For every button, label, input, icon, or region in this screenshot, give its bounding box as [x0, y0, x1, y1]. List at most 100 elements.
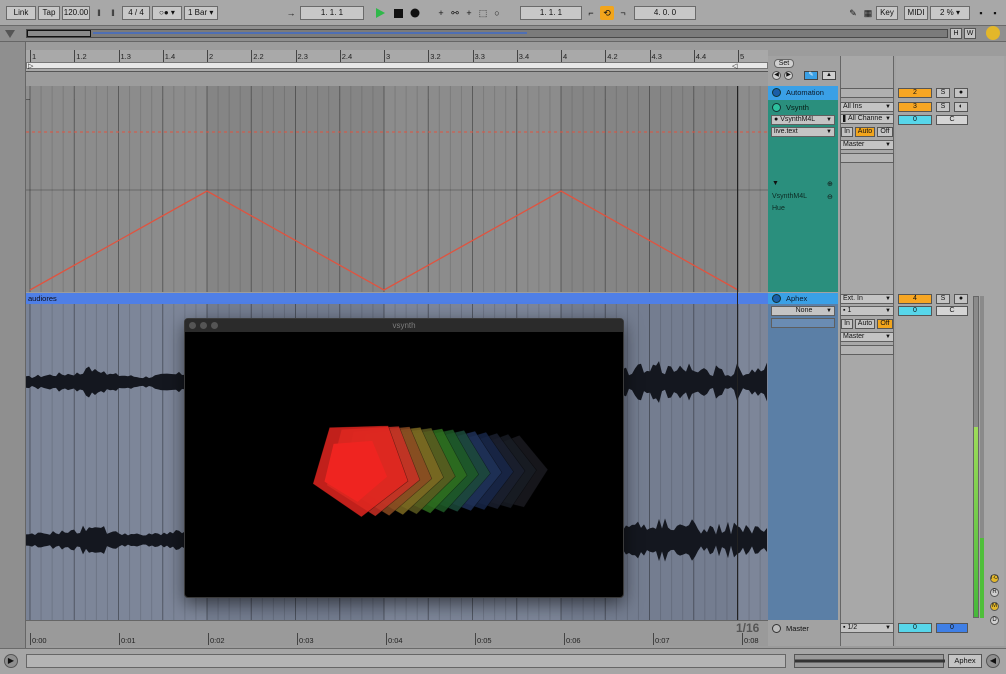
vsynth-output-channel[interactable]	[840, 153, 894, 163]
loop-start-field[interactable]: 1. 1. 1	[520, 6, 582, 20]
master-volume-field[interactable]: 0	[898, 623, 932, 633]
audio-output-chooser[interactable]: Master ▼	[840, 332, 894, 342]
audio-clip-header[interactable]: audiores	[26, 293, 768, 304]
vsynth-input-type[interactable]: All Ins ▼	[840, 102, 894, 112]
punch-out-icon[interactable]: ¬	[616, 6, 630, 20]
session-record-icon[interactable]: ○	[490, 6, 504, 20]
automation-arm-icon[interactable]: ⚯	[448, 6, 462, 20]
zoom-window-icon[interactable]	[211, 322, 218, 329]
tap-button[interactable]: Tap	[38, 6, 60, 20]
remove-lane-icon[interactable]: ⊖	[827, 193, 833, 201]
toggle-w-button[interactable]: W	[964, 28, 976, 39]
help-toggle-icon[interactable]	[986, 26, 1000, 40]
mini-clip-overview[interactable]	[794, 654, 945, 668]
device-chooser[interactable]: ● VsynthM4L ▼	[771, 115, 835, 125]
nudge-down-icon[interactable]: ‖	[92, 6, 106, 20]
audio-monitor-auto[interactable]: Auto	[855, 319, 875, 329]
audio-volume-field[interactable]: 0	[898, 306, 932, 316]
next-locator-icon[interactable]: ▶	[784, 71, 793, 80]
play-button[interactable]	[373, 6, 387, 20]
selected-track-label[interactable]: Aphex	[948, 654, 982, 668]
metronome-button[interactable]: ○● ▾	[152, 6, 182, 20]
audio-input-channel[interactable]: ▪ 1 ▼	[840, 306, 894, 316]
follow-icon[interactable]: →	[284, 6, 298, 20]
automation-input-chooser[interactable]	[840, 88, 894, 98]
overdub-icon[interactable]: +	[434, 6, 448, 20]
hue-automation-envelope[interactable]	[26, 86, 768, 292]
computer-keyboard-icon[interactable]: ▦	[861, 6, 875, 20]
vsynth-output-chooser[interactable]: Master ▼	[840, 140, 894, 150]
vsynth-volume-field[interactable]: 0	[898, 115, 932, 125]
vsynth-input-channel[interactable]: ▌All Channe ▼	[840, 114, 894, 124]
arrangement-overview[interactable]: H W	[0, 26, 1006, 42]
stop-button[interactable]	[391, 6, 405, 20]
nudge-up-icon[interactable]: ‖	[106, 6, 120, 20]
key-map-button[interactable]: Key	[876, 6, 898, 20]
vsynth-window[interactable]: vsynth	[184, 318, 624, 598]
overview-viewport[interactable]	[27, 30, 91, 37]
crossfade-io-icon[interactable]: I·O	[990, 574, 999, 583]
re-enable-automation-icon[interactable]: +	[462, 6, 476, 20]
time-signature-field[interactable]: 4 / 4	[122, 6, 150, 20]
audio-pan-field[interactable]: C	[936, 306, 968, 316]
loop-length-field[interactable]: 4. 0. 0	[634, 6, 696, 20]
arrangement-position-field[interactable]: 1. 1. 1	[300, 6, 364, 20]
audio-monitor-in[interactable]: In	[841, 319, 853, 329]
vsynth-arm-icon[interactable]: ◐	[954, 102, 968, 112]
overview-strip[interactable]	[26, 29, 948, 38]
punch-in-icon[interactable]: ⌐	[584, 6, 598, 20]
delay-icon[interactable]: D	[990, 616, 999, 625]
track-fold-icon[interactable]	[772, 624, 781, 633]
track-vsynth-header[interactable]: Vsynth ● VsynthM4L ▼ live.text ▼ ▼ ⊕ Vsynt…	[768, 100, 838, 292]
audio-monitor-off[interactable]: Off	[877, 319, 893, 329]
vsynth-monitor-off[interactable]: Off	[877, 127, 893, 137]
master-pan-field[interactable]: 0	[936, 623, 968, 633]
vsynth-solo-button[interactable]: S	[936, 102, 950, 112]
audio-track-number[interactable]: 4	[898, 294, 932, 304]
loop-brace[interactable]	[26, 62, 768, 69]
close-window-icon[interactable]	[189, 322, 196, 329]
quantize-select[interactable]: 1 Bar ▾	[184, 6, 218, 20]
link-button[interactable]: Link	[6, 6, 36, 20]
vsynth-monitor-in[interactable]: In	[841, 127, 853, 137]
hide-detail-icon[interactable]: ◀	[986, 654, 1000, 668]
loop-switch-icon[interactable]: ⟲	[600, 6, 614, 20]
minimize-window-icon[interactable]	[200, 322, 207, 329]
add-lane-icon[interactable]: ⊕	[827, 180, 833, 188]
track-audio-header[interactable]: Aphex None ▼	[768, 293, 838, 620]
track-fold-icon[interactable]	[772, 294, 781, 303]
draw-mode-icon[interactable]: ✎	[846, 6, 860, 20]
master-output-chooser[interactable]: ▪ 1/2 ▼	[840, 623, 894, 633]
parameter-chooser[interactable]: live.text ▼	[771, 127, 835, 137]
audio-output-channel[interactable]	[840, 345, 894, 355]
time-ruler[interactable]: 1/16 0:00 0:01 0:02 0:03 0:04 0:05 0:06 0:07 0:0…	[26, 620, 768, 646]
vsynth-automation-lane[interactable]	[26, 86, 768, 292]
audio-arm-icon[interactable]: ●	[954, 294, 968, 304]
automation-arm-icon[interactable]: ●	[954, 88, 968, 98]
set-button[interactable]: Set	[774, 59, 794, 68]
arm-icon[interactable]: ✎	[804, 71, 818, 80]
returns-icon[interactable]: R	[990, 588, 999, 597]
beat-time-ruler[interactable]: ▷ ◁ 1 1.2 1.3 1.4 2 2.2 2.3 2.4 3 3.2 3.3 3.4 4 4.2 4.…	[26, 50, 768, 72]
show-detail-icon[interactable]: ▶	[4, 654, 18, 668]
lock-icon[interactable]: ▲	[822, 71, 836, 80]
vsynth-window-titlebar[interactable]: vsynth	[185, 319, 623, 332]
loop-start-marker-icon[interactable]: ▷	[28, 62, 33, 70]
automation-track-number[interactable]: 2	[898, 88, 932, 98]
midi-map-button[interactable]: MIDI	[904, 6, 928, 20]
vsynth-track-number[interactable]: 3	[898, 102, 932, 112]
mixer-icon[interactable]: M	[990, 602, 999, 611]
track-automation-header[interactable]: Automation	[768, 86, 838, 100]
track-fold-icon[interactable]	[772, 103, 781, 112]
track-fold-icon[interactable]	[772, 88, 781, 97]
grid-zoom-label[interactable]: 1/16	[736, 621, 759, 635]
lane-fold-icon[interactable]: ▼	[772, 180, 779, 187]
record-button[interactable]	[408, 6, 422, 20]
audio-solo-button[interactable]: S	[936, 294, 950, 304]
vsynth-pan-field[interactable]: C	[936, 115, 968, 125]
prev-locator-icon[interactable]: ◀	[772, 71, 781, 80]
capture-icon[interactable]: ⬚	[476, 6, 490, 20]
audio-device-chooser[interactable]: None ▼	[771, 306, 835, 316]
track-master-header[interactable]: Master	[768, 622, 838, 636]
toggle-h-button[interactable]: H	[950, 28, 962, 39]
